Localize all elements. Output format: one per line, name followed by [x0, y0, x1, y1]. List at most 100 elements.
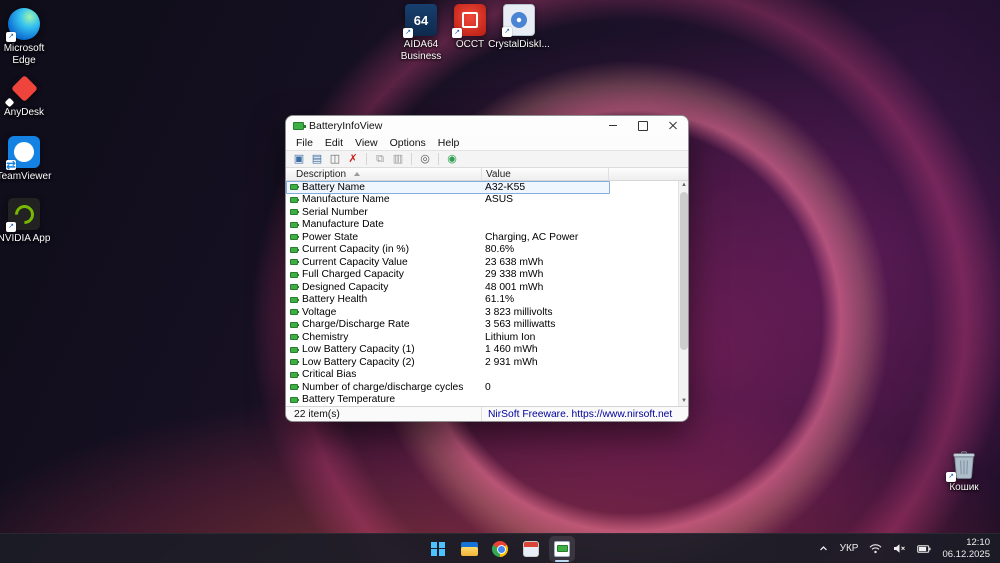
battery-row[interactable]: Manufacture Name ASUS: [286, 194, 610, 207]
chevron-up-icon: [819, 546, 827, 551]
column-header-description-label: Description: [296, 168, 347, 180]
row-description: Low Battery Capacity (1): [302, 344, 415, 356]
delete-icon[interactable]: ✗: [345, 152, 361, 167]
row-description: Serial Number: [302, 206, 368, 218]
scrollbar-thumb[interactable]: [680, 192, 688, 350]
battery-item-icon: [290, 396, 299, 403]
find-icon[interactable]: ◎: [417, 152, 433, 167]
battery-item-icon: [290, 334, 299, 341]
taskbar-file-explorer[interactable]: [456, 536, 482, 562]
start-button[interactable]: [425, 536, 451, 562]
row-description: Battery Health: [302, 294, 368, 306]
maximize-button[interactable]: [628, 116, 658, 135]
desktop-icon-teamviewer[interactable]: TeamViewer: [0, 136, 56, 183]
vertical-scrollbar[interactable]: ▲ ▼: [678, 181, 688, 406]
row-value: 61.1%: [485, 294, 515, 306]
battery-tray-button[interactable]: [917, 544, 931, 554]
taskbar-browser[interactable]: [487, 536, 513, 562]
row-value: Lithium Ion: [485, 331, 536, 343]
menu-edit[interactable]: Edit: [319, 137, 349, 149]
window-title: BatteryInfoView: [309, 119, 383, 132]
row-value: 48 001 mWh: [485, 281, 544, 293]
clock[interactable]: 12:10 06.12.2025: [942, 537, 990, 561]
volume-button[interactable]: [893, 543, 906, 554]
desktop-icon-anydesk[interactable]: AnyDesk: [0, 72, 56, 119]
taskbar-app[interactable]: [518, 536, 544, 562]
desktop-icon-label: CrystalDiskI...: [488, 39, 550, 50]
row-value: A32-K55: [485, 181, 526, 193]
battery-row[interactable]: Number of charge/discharge cycles 0: [286, 381, 610, 394]
desktop-icon-edge[interactable]: Microsoft Edge: [0, 8, 56, 67]
desktop-icon-crystaldisk[interactable]: CrystalDiskI...: [487, 4, 551, 51]
battery-row[interactable]: Manufacture Date: [286, 219, 610, 232]
volume-muted-icon: [894, 544, 906, 553]
battery-item-icon: [290, 384, 299, 391]
battery-row[interactable]: Current Capacity Value 23 638 mWh: [286, 256, 610, 269]
battery-row[interactable]: Serial Number: [286, 206, 610, 219]
scroll-up-icon[interactable]: ▲: [679, 181, 688, 190]
row-description: Charge/Discharge Rate: [302, 319, 410, 331]
battery-row[interactable]: Battery Health 61.1%: [286, 294, 610, 307]
row-description: Current Capacity Value: [302, 256, 408, 268]
copy-value-icon[interactable]: ▥: [390, 152, 406, 167]
column-header-value[interactable]: Value: [482, 168, 609, 180]
menu-file[interactable]: File: [290, 137, 319, 149]
desktop-icon-nvidia[interactable]: NVIDIA App: [0, 198, 56, 245]
battery-row[interactable]: Full Charged Capacity 29 338 mWh: [286, 269, 610, 282]
windows-logo-icon: [431, 541, 445, 556]
battery-list: Battery Name A32-K55 Manufacture Name ASUS S…: [286, 181, 678, 406]
row-description: Full Charged Capacity: [302, 269, 404, 281]
battery-row[interactable]: Low Battery Capacity (1) 1 460 mWh: [286, 344, 610, 357]
battery-row[interactable]: Battery Name A32-K55: [286, 181, 610, 194]
save-report-icon[interactable]: ▣: [291, 152, 307, 167]
taskbar-batteryinfoview[interactable]: [549, 535, 575, 562]
battery-item-icon: [290, 271, 299, 278]
nirsoft-link[interactable]: NirSoft Freeware. https://www.nirsoft.ne…: [482, 409, 672, 420]
row-description: Current Capacity (in %): [302, 244, 410, 256]
column-header-description[interactable]: Description: [286, 168, 482, 180]
row-value: 2 931 mWh: [485, 356, 538, 368]
language-label: УКР: [839, 543, 859, 554]
battery-item-icon: [290, 371, 299, 378]
toolbar-separator: [438, 153, 439, 165]
row-description: Chemistry: [302, 331, 349, 343]
battery-row[interactable]: Designed Capacity 48 001 mWh: [286, 281, 610, 294]
battery-row[interactable]: Critical Bias: [286, 369, 610, 382]
minimize-button[interactable]: [598, 116, 628, 135]
close-button[interactable]: [658, 116, 688, 135]
battery-item-icon: [290, 184, 299, 191]
menu-help[interactable]: Help: [432, 137, 466, 149]
desktop-icon-recycle-bin[interactable]: Кошик: [932, 448, 996, 494]
row-description: Number of charge/discharge cycles: [302, 381, 464, 393]
occt-icon: [452, 4, 486, 38]
scroll-down-icon[interactable]: ▼: [679, 397, 688, 406]
battery-row[interactable]: Chemistry Lithium Ion: [286, 331, 610, 344]
battery-row[interactable]: Current Capacity (in %) 80.6%: [286, 244, 610, 257]
export-icon[interactable]: ▤: [309, 152, 325, 167]
tray-chevron-button[interactable]: [818, 543, 829, 554]
network-button[interactable]: [869, 543, 882, 554]
battery-item-icon: [290, 346, 299, 353]
time-label: 12:10: [966, 536, 990, 548]
title-bar[interactable]: BatteryInfoView: [286, 116, 688, 135]
language-indicator[interactable]: УКР: [840, 543, 859, 554]
properties-icon[interactable]: ◫: [327, 152, 343, 167]
desktop-icon-label: TeamViewer: [0, 171, 52, 182]
advanced-options-icon[interactable]: ◉: [444, 152, 460, 167]
row-value: 80.6%: [485, 244, 515, 256]
app-battery-icon: [293, 121, 306, 130]
battery-item-icon: [290, 221, 299, 228]
battery-row[interactable]: Power State Charging, AC Power: [286, 231, 610, 244]
row-value: 23 638 mWh: [485, 256, 544, 268]
row-description: Critical Bias: [302, 369, 357, 381]
menu-options[interactable]: Options: [384, 137, 432, 149]
menu-view[interactable]: View: [349, 137, 384, 149]
battery-row[interactable]: Low Battery Capacity (2) 2 931 mWh: [286, 356, 610, 369]
battery-item-icon: [290, 296, 299, 303]
battery-row[interactable]: Voltage 3 823 millivolts: [286, 306, 610, 319]
toolbar: ▣ ▤ ◫ ✗ ⧉ ▥ ◎ ◉: [286, 150, 688, 168]
battery-row[interactable]: Charge/Discharge Rate 3 563 milliwatts: [286, 319, 610, 332]
battery-row[interactable]: Battery Temperature: [286, 394, 610, 407]
desktop-icon-label: AnyDesk: [3, 107, 44, 118]
copy-icon[interactable]: ⧉: [372, 152, 388, 167]
